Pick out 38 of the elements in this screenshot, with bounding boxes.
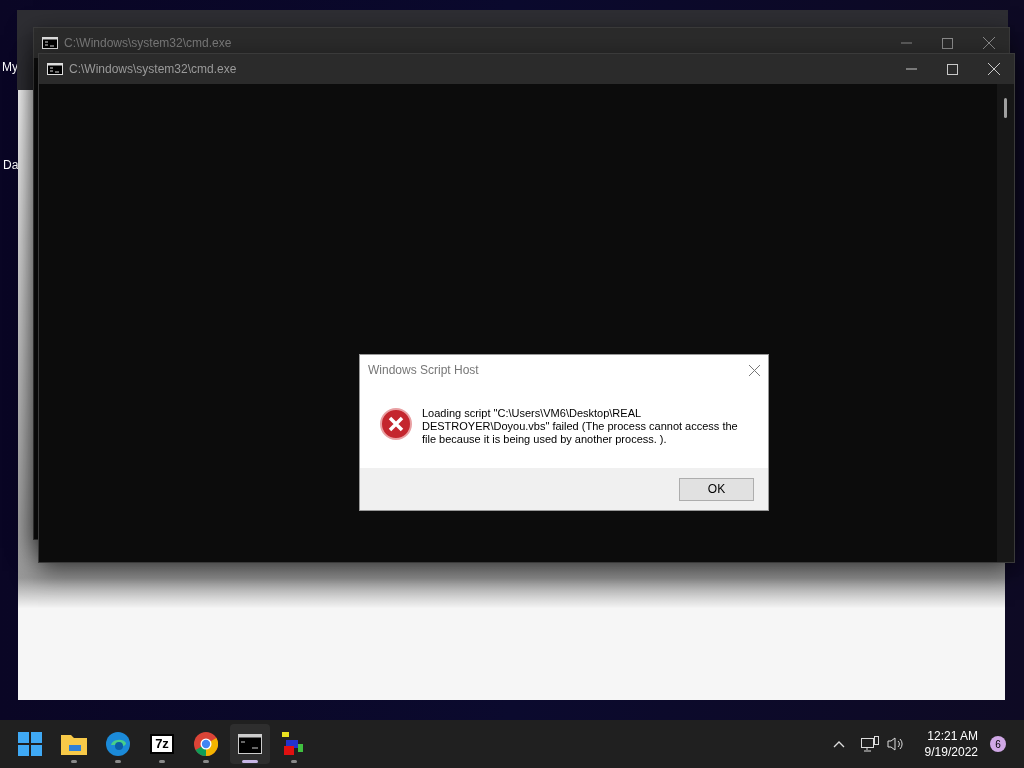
network-icon[interactable] xyxy=(860,736,879,752)
volume-icon[interactable] xyxy=(886,736,905,752)
close-icon[interactable] xyxy=(988,63,1000,75)
error-message: Loading script "C:\Users\VM6\Desktop\REAL DESTROYER\Doyou.vbs" failed (The process cannot access the file because it is being used by another process. ). xyxy=(422,407,739,446)
scrollbar[interactable] xyxy=(997,84,1014,562)
window-title: C:\Windows\system32\cmd.exe xyxy=(64,35,232,52)
clock-time: 12:21 AM xyxy=(927,728,978,744)
ok-button[interactable]: OK xyxy=(679,477,754,501)
archive-icon: 7z xyxy=(150,734,174,754)
browser-wave-icon xyxy=(106,732,130,756)
dialog-title: Windows Script Host xyxy=(368,362,479,379)
windows-logo-icon xyxy=(18,732,42,756)
running-indicator xyxy=(203,760,209,763)
cubes-icon xyxy=(282,732,306,756)
running-indicator xyxy=(242,760,258,763)
error-icon xyxy=(380,408,412,440)
notification-badge[interactable]: 6 xyxy=(990,736,1006,752)
running-indicator xyxy=(71,760,77,763)
taskbar-app[interactable] xyxy=(230,724,270,764)
window-title: C:\Windows\system32\cmd.exe xyxy=(69,61,237,78)
running-indicator xyxy=(291,760,297,763)
desktop-icon-label[interactable]: My xyxy=(2,58,18,76)
running-indicator xyxy=(115,760,121,763)
maximize-icon[interactable] xyxy=(947,63,958,75)
taskbar-app[interactable]: 7z xyxy=(142,724,182,764)
clock[interactable]: 12:21 AM 9/19/2022 xyxy=(924,728,978,760)
console-icon xyxy=(47,63,63,75)
desktop-icon-label[interactable]: Da xyxy=(3,156,19,174)
clock-date: 9/19/2022 xyxy=(924,744,978,760)
console-icon xyxy=(238,734,262,754)
maximize-icon[interactable] xyxy=(942,37,953,49)
close-icon[interactable] xyxy=(983,37,995,49)
folder-icon xyxy=(61,733,87,755)
close-icon[interactable] xyxy=(749,364,760,376)
console-icon xyxy=(42,37,58,49)
running-indicator xyxy=(159,760,165,763)
chevron-up-icon[interactable] xyxy=(832,740,845,748)
browser-circle-icon xyxy=(194,732,218,756)
